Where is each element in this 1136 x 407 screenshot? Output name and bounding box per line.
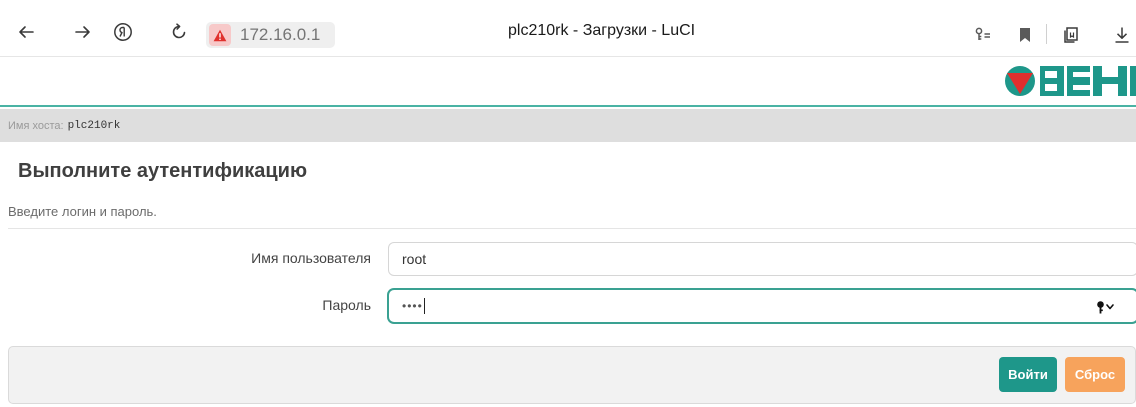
reload-button[interactable] bbox=[167, 20, 191, 44]
oven-logo[interactable] bbox=[1004, 63, 1136, 99]
address-bar[interactable]: 172.16.0.1 bbox=[206, 22, 335, 48]
yandex-button[interactable] bbox=[111, 20, 135, 44]
toolbar-divider bbox=[1046, 24, 1047, 44]
reload-icon bbox=[172, 23, 186, 39]
login-button[interactable]: Войти bbox=[999, 357, 1057, 392]
luci-header bbox=[0, 57, 1136, 107]
arrow-left-icon bbox=[19, 26, 34, 38]
page-title: Выполните аутентификацию bbox=[18, 160, 308, 182]
bookmark-icon[interactable] bbox=[1014, 24, 1036, 46]
arrow-right-icon bbox=[75, 26, 90, 38]
tab-title: plc210rk - Загрузки - LuCI bbox=[508, 22, 696, 39]
username-value: root bbox=[402, 251, 427, 267]
yandex-icon bbox=[114, 23, 132, 41]
warning-icon[interactable] bbox=[209, 24, 231, 46]
collections-icon[interactable] bbox=[1060, 24, 1082, 46]
download-icon[interactable] bbox=[1111, 24, 1133, 46]
key-manager-icon[interactable] bbox=[972, 24, 994, 46]
form-actions-panel bbox=[8, 346, 1136, 404]
username-label: Имя пользователя bbox=[251, 250, 371, 266]
text-caret bbox=[423, 298, 425, 314]
password-field[interactable]: •••• bbox=[388, 289, 1136, 323]
reset-button[interactable]: Сброс bbox=[1065, 357, 1125, 392]
username-field[interactable]: root bbox=[388, 242, 1136, 276]
hostname-bar: Имя хоста: plc210rk bbox=[0, 109, 1136, 142]
page-description: Введите логин и пароль. bbox=[8, 204, 157, 219]
address-text[interactable]: 172.16.0.1 bbox=[240, 25, 320, 45]
key-icon[interactable] bbox=[1095, 299, 1117, 315]
back-button[interactable] bbox=[14, 20, 38, 44]
hostname-label: Имя хоста: bbox=[8, 119, 64, 132]
forward-button[interactable] bbox=[71, 20, 95, 44]
browser-toolbar: 172.16.0.1 plc210rk - Загрузки - LuCI bbox=[0, 0, 1136, 57]
password-label: Пароль bbox=[322, 297, 371, 313]
password-value: •••• bbox=[402, 299, 423, 313]
section-divider bbox=[8, 228, 1136, 229]
hostname-value: plc210rk bbox=[67, 119, 121, 132]
